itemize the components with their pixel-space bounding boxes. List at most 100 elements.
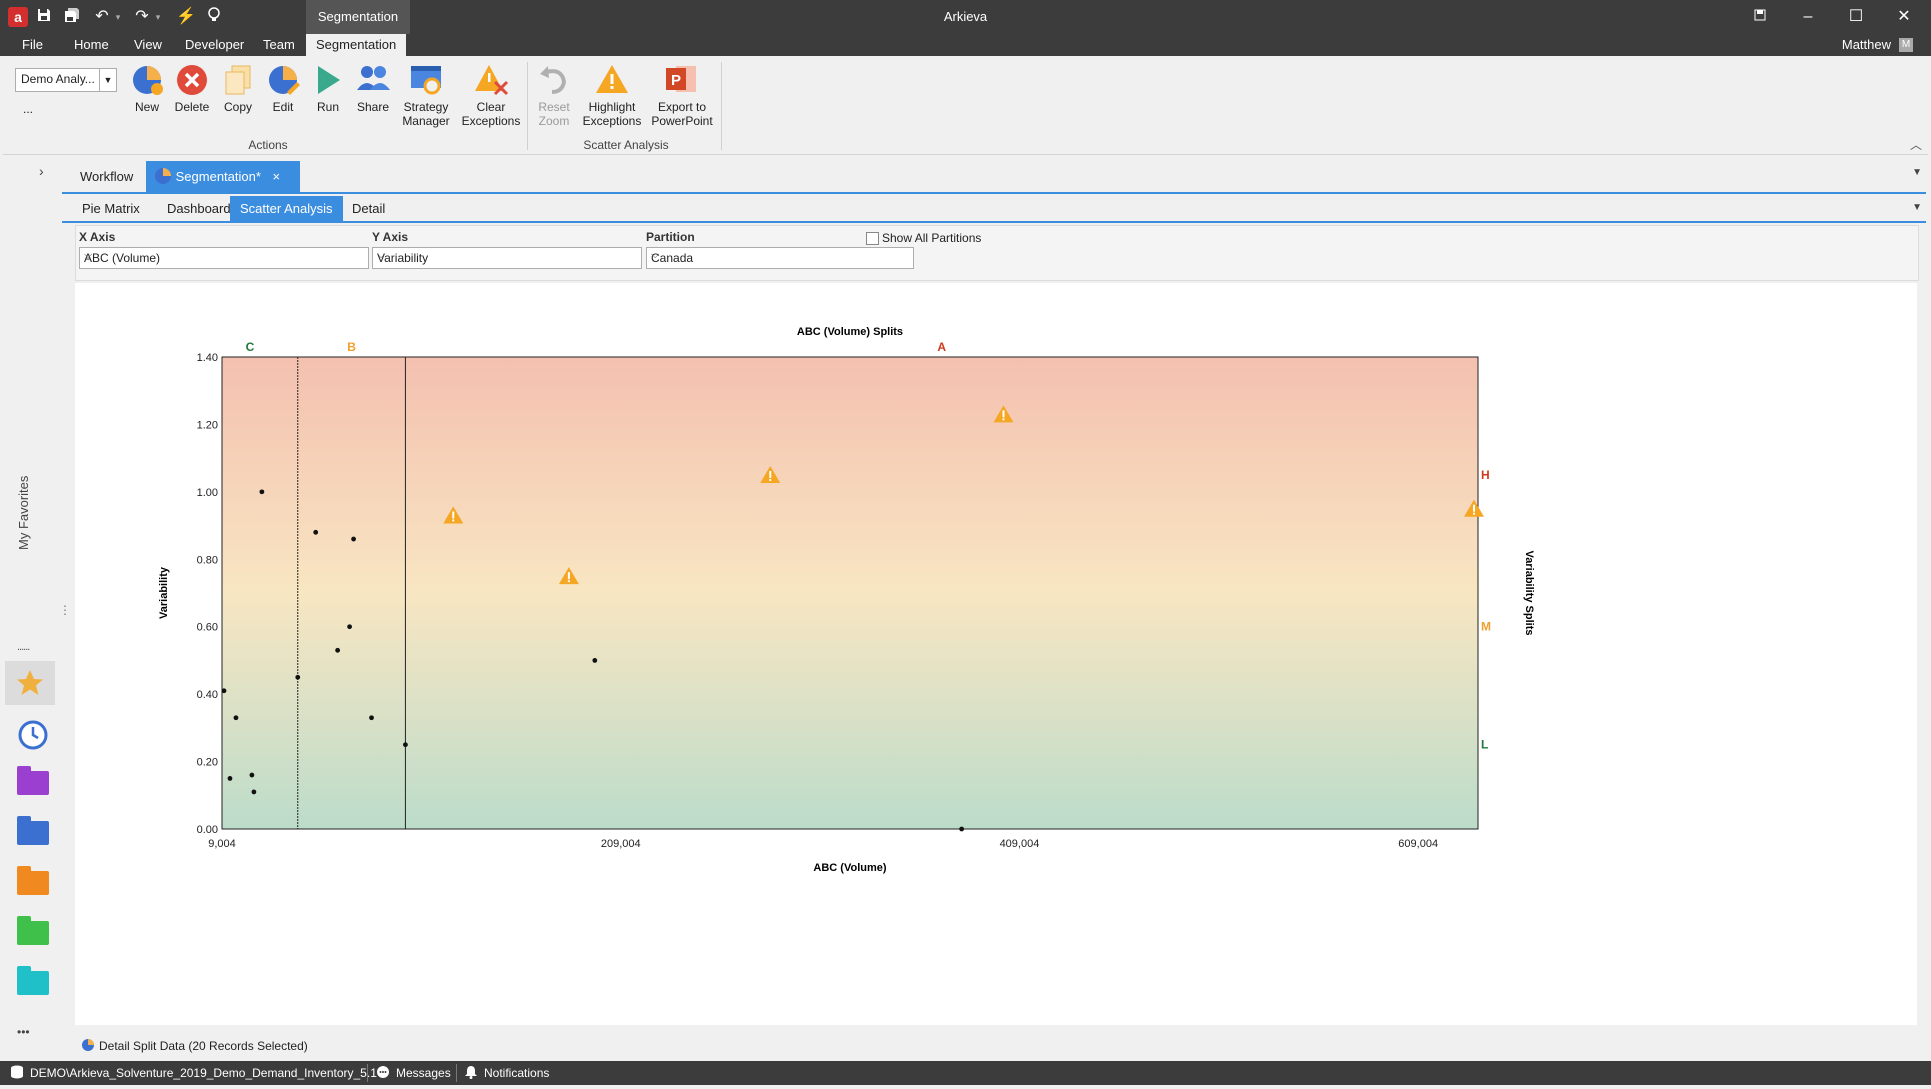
database-connection[interactable]: DEMO\Arkieva_Solventure_2019_Demo_Demand… [30,1061,377,1085]
user-name[interactable]: Matthew [1842,34,1891,56]
dataset-select[interactable]: Demo Analy... ▼ [15,68,117,92]
save-icon[interactable] [34,7,54,27]
scatter-point [403,742,408,748]
exception-marker-dot [567,580,570,583]
actions-group-label: Actions [248,138,288,152]
reset-zoom-icon [540,66,567,94]
tab-detail[interactable]: Detail [342,196,395,221]
maximize-icon[interactable]: ☐ [1833,0,1879,34]
share-button[interactable]: Share [346,62,400,114]
scatter-point [221,688,227,694]
reset-zoom-button[interactable]: Reset Zoom [527,62,581,128]
tab-scatter-analysis[interactable]: Scatter Analysis [230,196,343,221]
messages-button[interactable]: Messages [396,1061,451,1085]
folder-blue-icon[interactable] [13,813,53,853]
more-button[interactable]: ... [23,102,33,116]
save-all-icon[interactable] [62,7,82,27]
redo-dropdown-icon[interactable]: ▾ [148,7,168,27]
undo-dropdown-icon[interactable]: ▾ [108,7,128,27]
lightning-icon[interactable]: ⚡ [176,7,196,27]
tab-segmentation-label: Segmentation* [175,169,261,184]
detail-split-data-button[interactable]: Detail Split Data (20 Records Selected) [99,1039,308,1053]
strategy-manager-label-1: Strategy [403,100,449,114]
sidebar-dots: ...... [17,641,30,653]
y2-axis-title: Variability Splits [1523,551,1535,636]
y-tick-label: 0.40 [197,689,218,701]
database-icon [10,1061,24,1085]
y-axis-title: Variability [158,566,170,619]
exception-marker-bar [1473,504,1476,512]
status-separator [367,1064,368,1082]
close-window-icon[interactable]: ✕ [1881,0,1927,34]
status-separator [456,1064,457,1082]
y-tick-label: 0.60 [197,622,218,634]
y-tick-label: 0.20 [197,757,218,769]
scatter-point [959,826,965,832]
x-tick-label: 9,004 [208,838,236,850]
my-favorites-label[interactable]: My Favorites [16,470,32,550]
folder-purple-icon[interactable] [13,763,53,803]
show-all-partitions-checkbox[interactable] [866,232,879,245]
play-icon [318,66,340,94]
sidebar-resize-handle[interactable]: ⋮ [59,603,71,617]
scatter-chart[interactable]: ABC (Volume) Splits ABC (Volume) Variabili… [75,283,1917,1025]
restore-down-icon[interactable] [1737,0,1783,34]
folder-teal-icon[interactable] [13,963,53,1003]
chart-title: ABC (Volume) Splits [797,326,903,338]
favorites-star-icon[interactable] [5,661,55,705]
minimize-icon[interactable]: – [1785,0,1831,34]
svg-text:P: P [671,72,681,89]
user-avatar[interactable]: M [1899,38,1913,52]
menu-team[interactable]: Team [253,34,305,56]
notifications-button[interactable]: Notifications [484,1061,549,1085]
partition-select[interactable]: Canada ⌵ [646,247,914,269]
tab-segmentation[interactable]: Segmentation* × [146,161,300,192]
messages-icon [376,1061,390,1085]
powerpoint-icon: P [666,66,696,92]
menu-segmentation[interactable]: Segmentation [306,34,407,56]
scatter-point [249,772,255,778]
x-split-label: B [347,340,356,354]
sub-tabs: Pie Matrix Dashboard Scatter Analysis De… [62,196,1926,223]
export-label-2: PowerPoint [651,114,713,128]
ribbon: Demo Analy... ▼ ... New Delete Copy Edit… [3,56,1928,155]
collapse-ribbon-icon[interactable]: ︿ [1910,136,1922,153]
share-button-label: Share [356,100,390,114]
subtabs-dropdown-icon[interactable]: ▼ [1912,202,1922,213]
exception-marker-bar [567,572,570,580]
sidebar-more-button[interactable]: ••• [17,1025,30,1039]
menu-developer[interactable]: Developer [175,34,254,56]
x-axis-select[interactable]: ABC (Volume) ⌵ [79,247,369,269]
sidebar: › My Favorites ⋮ ...... ••• [3,155,71,1061]
lightbulb-icon[interactable] [204,7,224,27]
y-split-label: H [1481,468,1490,482]
folder-green-icon[interactable] [13,913,53,953]
ribbon-separator [721,62,722,150]
context-tab-segmentation: Segmentation [306,0,410,34]
close-tab-icon[interactable]: × [273,169,281,184]
recent-clock-icon[interactable] [13,715,53,755]
chevron-down-icon: ⌵ [84,249,93,261]
tab-pie-matrix[interactable]: Pie Matrix [72,196,150,221]
clear-exceptions-button[interactable]: Clear Exceptions [460,62,522,128]
x-split-label: C [246,340,255,354]
tab-workflow[interactable]: Workflow [72,161,141,192]
strategy-manager-button[interactable]: Strategy Manager [398,62,454,128]
highlight-exceptions-button[interactable]: Highlight Exceptions [581,62,643,128]
menu-view[interactable]: View [124,34,172,56]
export-powerpoint-button[interactable]: P Export to PowerPoint [649,62,715,128]
folder-orange-icon[interactable] [13,863,53,903]
y-axis-label: Y Axis [372,230,409,244]
x-tick-label: 609,004 [1398,838,1438,850]
y-axis-select[interactable]: Variability ⌵ [372,247,642,269]
y-tick-label: 1.20 [197,419,218,431]
highlight-exceptions-label-2: Exceptions [582,114,642,128]
expand-sidebar-icon[interactable]: › [39,163,44,179]
scatter-point [259,489,265,495]
show-all-partitions-label[interactable]: Show All Partitions [882,231,981,245]
menu-file[interactable]: File [12,34,53,56]
plot-background [221,356,1479,830]
menu-home[interactable]: Home [64,34,119,56]
tabs-dropdown-icon[interactable]: ▼ [1912,167,1922,178]
tab-dashboard[interactable]: Dashboard [157,196,241,221]
